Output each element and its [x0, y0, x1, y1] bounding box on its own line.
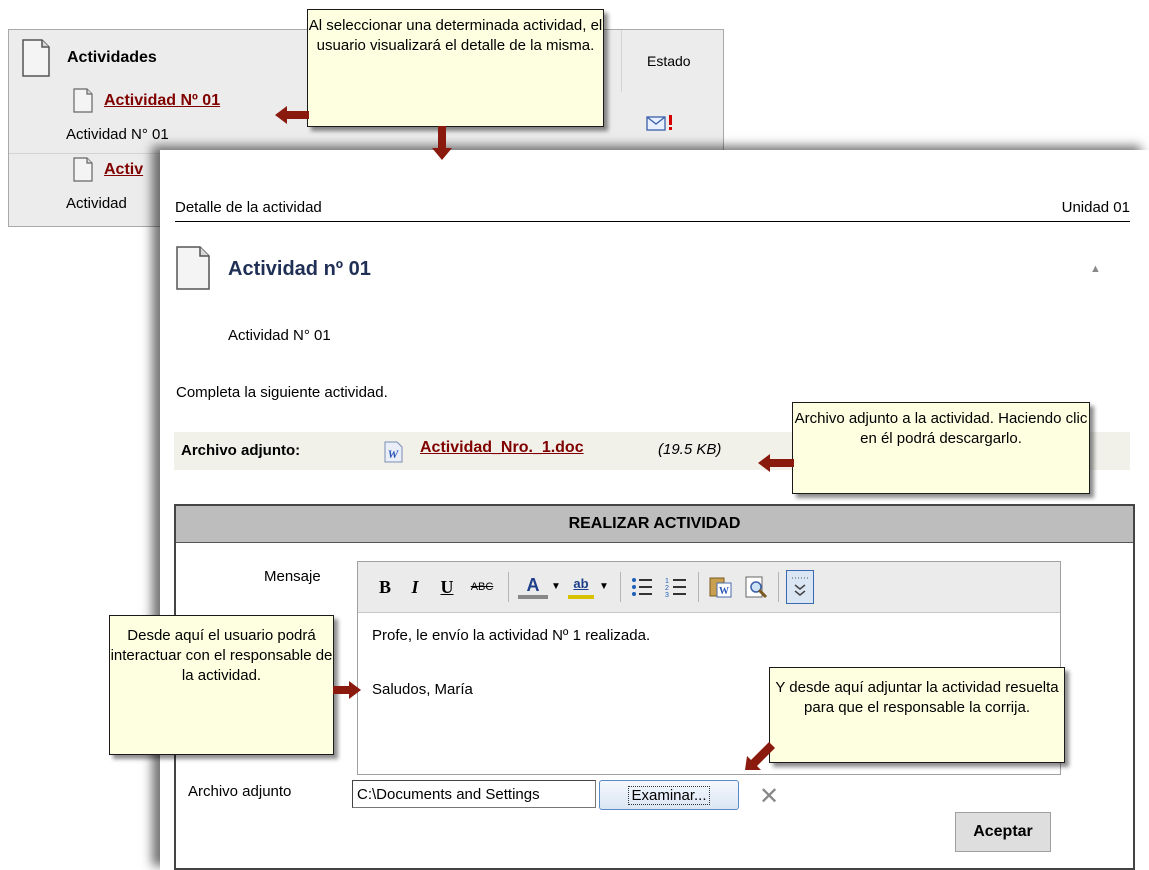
chevron-down-icon[interactable]: ▼	[598, 575, 610, 599]
document-icon	[176, 246, 210, 290]
attachment-file-link[interactable]: Actividad_Nro._1.doc	[420, 439, 584, 457]
editor-toolbar: B I U ABC A ▼ ab ▼ 1 2 3 W	[358, 562, 1060, 613]
svg-text:W: W	[719, 586, 729, 597]
unit-label: Unidad 01	[1061, 199, 1130, 216]
archivo-adjunto-label: Archivo adjunto	[188, 783, 292, 800]
estado-label: Estado	[647, 53, 691, 69]
callout-upload: Y desde aquí adjuntar la actividad resue…	[769, 667, 1065, 763]
callout-attachment: Archivo adjunto a la actividad. Haciendo…	[792, 402, 1090, 494]
email-alert-icon	[646, 115, 672, 131]
activity-subtitle: Actividad	[66, 195, 127, 212]
examinar-label: Examinar...	[628, 785, 710, 805]
arrow-left-icon	[275, 106, 309, 124]
italic-button[interactable]: I	[406, 575, 424, 599]
toolbar-separator	[620, 572, 621, 602]
realizar-actividad-title: REALIZAR ACTIVIDAD	[176, 506, 1133, 543]
bold-button[interactable]: B	[376, 575, 394, 599]
paste-word-icon[interactable]: W	[708, 575, 734, 599]
word-doc-icon: W	[384, 441, 403, 463]
examinar-button[interactable]: Examinar...	[599, 780, 739, 810]
svg-text:1: 1	[665, 578, 669, 585]
activity-description: Completa la siguiente actividad.	[176, 384, 388, 401]
chevron-down-icon[interactable]: ▼	[550, 575, 562, 599]
preview-icon[interactable]	[744, 575, 770, 599]
document-icon	[22, 39, 50, 77]
collapse-arrow-icon[interactable]: ▲	[1090, 263, 1101, 275]
document-icon	[73, 157, 93, 182]
bullet-list-icon[interactable]	[630, 575, 654, 599]
arrow-left-icon	[758, 454, 794, 472]
more-tools-icon[interactable]	[786, 570, 814, 604]
document-icon	[73, 88, 93, 113]
arrow-down-left-icon	[745, 742, 775, 770]
activity-subtitle: Actividad N° 01	[228, 327, 331, 344]
activity-link[interactable]: Actividad Nº 01	[104, 92, 220, 110]
underline-button[interactable]: U	[438, 575, 456, 599]
toolbar-separator	[508, 572, 509, 602]
detail-header: Detalle de la actividad Unidad 01	[175, 196, 1130, 222]
detail-header-label: Detalle de la actividad	[175, 199, 322, 216]
toolbar-separator	[698, 572, 699, 602]
aceptar-button[interactable]: Aceptar	[955, 812, 1051, 852]
svg-text:3: 3	[665, 592, 669, 599]
arrow-right-icon	[333, 681, 361, 699]
toolbar-separator	[778, 572, 779, 602]
activity-link[interactable]: Activ	[104, 161, 143, 179]
message-line: Profe, le envío la actividad Nº 1 realiz…	[372, 627, 651, 644]
attachment-label: Archivo adjunto:	[181, 442, 301, 459]
svg-text:2: 2	[665, 585, 669, 592]
estado-column-header: Estado	[621, 30, 724, 92]
arrow-down-icon	[432, 126, 452, 160]
activity-subtitle: Actividad N° 01	[66, 126, 169, 143]
svg-text:W: W	[388, 447, 400, 461]
callout-select-activity: Al seleccionar una determinada actividad…	[307, 9, 604, 127]
font-color-button[interactable]: A	[518, 575, 548, 599]
callout-interact: Desde aquí el usuario podrá interactuar …	[109, 615, 334, 755]
highlight-button[interactable]: ab	[568, 575, 594, 599]
activity-title: Actividad nº 01	[228, 258, 371, 280]
attachment-file-size: (19.5 KB)	[658, 441, 722, 458]
strikethrough-button[interactable]: ABC	[468, 575, 496, 599]
mensaje-label: Mensaje	[264, 568, 321, 585]
activity-list-title: Actividades	[67, 49, 157, 66]
numbered-list-icon[interactable]: 1 2 3	[664, 575, 688, 599]
message-line: Saludos, María	[372, 681, 473, 698]
file-path-input[interactable]	[352, 780, 596, 808]
remove-icon[interactable]: ✕	[759, 782, 779, 811]
